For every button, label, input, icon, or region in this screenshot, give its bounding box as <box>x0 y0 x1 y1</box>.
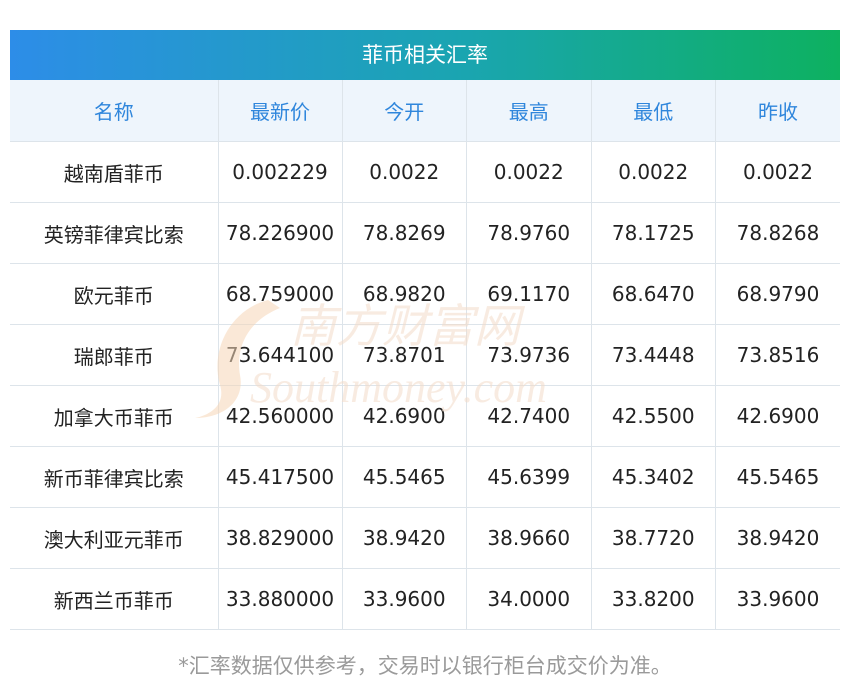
low-price: 73.4448 <box>590 324 716 386</box>
rate-panel: 菲币相关汇率 名称 最新价 今开 最高 最低 昨收 越南盾菲币 0.002229… <box>10 30 840 630</box>
rate-table: 名称 最新价 今开 最高 最低 昨收 越南盾菲币 0.002229 0.0022… <box>10 80 840 630</box>
low-price: 42.5500 <box>590 385 716 447</box>
prev-close-price: 42.6900 <box>715 385 840 447</box>
latest-price: 42.560000 <box>217 385 342 447</box>
table-row: 新币菲律宾比索 45.417500 45.5465 45.6399 45.340… <box>10 446 840 508</box>
open-price: 0.0022 <box>341 141 467 203</box>
high-price: 78.9760 <box>466 202 591 264</box>
prev-close-price: 68.9790 <box>715 263 840 325</box>
low-price: 0.0022 <box>590 141 716 203</box>
prev-close-price: 0.0022 <box>715 141 840 203</box>
currency-pair-name: 澳大利亚元菲币 <box>10 507 218 569</box>
footnote: *汇率数据仅供参考，交易时以银行柜台成交价为准。 <box>178 654 672 678</box>
latest-price: 38.829000 <box>217 507 342 569</box>
open-price: 68.9820 <box>341 263 467 325</box>
table-row: 澳大利亚元菲币 38.829000 38.9420 38.9660 38.772… <box>10 507 840 569</box>
header-open: 今开 <box>341 80 467 142</box>
table-title: 菲币相关汇率 <box>10 30 840 80</box>
high-price: 45.6399 <box>466 446 591 508</box>
prev-close-price: 78.8268 <box>715 202 840 264</box>
latest-price: 45.417500 <box>217 446 342 508</box>
open-price: 42.6900 <box>341 385 467 447</box>
currency-pair-name: 加拿大币菲币 <box>10 385 218 447</box>
latest-price: 0.002229 <box>217 141 342 203</box>
open-price: 33.9600 <box>341 568 467 630</box>
low-price: 45.3402 <box>590 446 716 508</box>
table-row: 加拿大币菲币 42.560000 42.6900 42.7400 42.5500… <box>10 385 840 447</box>
high-price: 34.0000 <box>466 568 591 630</box>
table-row: 越南盾菲币 0.002229 0.0022 0.0022 0.0022 0.00… <box>10 141 840 203</box>
table-row: 瑞郎菲币 73.644100 73.8701 73.9736 73.4448 7… <box>10 324 840 386</box>
prev-close-price: 38.9420 <box>715 507 840 569</box>
open-price: 38.9420 <box>341 507 467 569</box>
high-price: 42.7400 <box>466 385 591 447</box>
high-price: 38.9660 <box>466 507 591 569</box>
header-high: 最高 <box>466 80 591 142</box>
header-low: 最低 <box>590 80 716 142</box>
latest-price: 68.759000 <box>217 263 342 325</box>
table-row: 英镑菲律宾比索 78.226900 78.8269 78.9760 78.172… <box>10 202 840 264</box>
high-price: 69.1170 <box>466 263 591 325</box>
high-price: 73.9736 <box>466 324 591 386</box>
low-price: 68.6470 <box>590 263 716 325</box>
low-price: 38.7720 <box>590 507 716 569</box>
currency-pair-name: 新币菲律宾比索 <box>10 446 218 508</box>
low-price: 33.8200 <box>590 568 716 630</box>
open-price: 73.8701 <box>341 324 467 386</box>
latest-price: 73.644100 <box>217 324 342 386</box>
latest-price: 33.880000 <box>217 568 342 630</box>
latest-price: 78.226900 <box>217 202 342 264</box>
prev-close-price: 33.9600 <box>715 568 840 630</box>
open-price: 78.8269 <box>341 202 467 264</box>
prev-close-price: 45.5465 <box>715 446 840 508</box>
header-row: 名称 最新价 今开 最高 最低 昨收 <box>10 80 840 142</box>
currency-pair-name: 瑞郎菲币 <box>10 324 218 386</box>
low-price: 78.1725 <box>590 202 716 264</box>
table-row: 欧元菲币 68.759000 68.9820 69.1170 68.6470 6… <box>10 263 840 325</box>
header-latest: 最新价 <box>217 80 342 142</box>
open-price: 45.5465 <box>341 446 467 508</box>
currency-pair-name: 欧元菲币 <box>10 263 218 325</box>
currency-pair-name: 英镑菲律宾比索 <box>10 202 218 264</box>
high-price: 0.0022 <box>466 141 591 203</box>
prev-close-price: 73.8516 <box>715 324 840 386</box>
header-name: 名称 <box>10 80 218 142</box>
table-row: 新西兰币菲币 33.880000 33.9600 34.0000 33.8200… <box>10 568 840 630</box>
header-prev-close: 昨收 <box>715 80 840 142</box>
currency-pair-name: 越南盾菲币 <box>10 141 218 203</box>
currency-pair-name: 新西兰币菲币 <box>10 568 218 630</box>
